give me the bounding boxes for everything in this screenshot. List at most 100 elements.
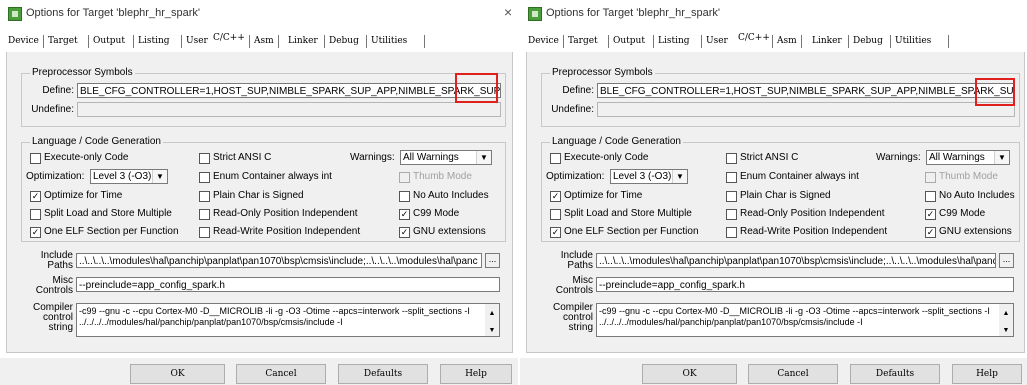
no-auto-includes-checkbox[interactable] (399, 191, 410, 202)
compiler-control-string[interactable]: -c99 --gnu -c --cpu Cortex-M0 -D__MICROL… (596, 303, 1014, 337)
define-label: Define: (42, 85, 74, 96)
define-field[interactable]: BLE_CFG_CONTROLLER=1,HOST_SUP,NIMBLE_SPA… (597, 83, 1015, 98)
compiler-control-string[interactable]: -c99 --gnu -c --cpu Cortex-M0 -D__MICROL… (76, 303, 500, 337)
optimization-select[interactable]: Level 3 (-O3) ▼ (90, 169, 168, 184)
scrollbar[interactable]: ▲ ▼ (999, 304, 1013, 336)
compiler-line: -c99 --gnu -c --cpu Cortex-M0 -D__MICROL… (599, 306, 990, 316)
undefine-field[interactable] (77, 102, 501, 117)
help-button[interactable]: Help (952, 364, 1022, 384)
c99-mode-label: C99 Mode (939, 208, 986, 219)
help-button[interactable]: Help (440, 364, 512, 384)
tab-divider (249, 35, 250, 48)
gnu-ext-checkbox[interactable]: ✓ (399, 227, 410, 238)
split-load-checkbox[interactable] (30, 209, 41, 220)
strict-ansi-checkbox[interactable] (199, 153, 210, 164)
language-legend: Language / Code Generation (30, 136, 163, 147)
include-paths-field[interactable]: ..\..\..\..\modules\hal\panchip\panplat\… (596, 253, 996, 268)
tab-user[interactable]: User (706, 36, 728, 46)
split-load-checkbox[interactable] (550, 209, 561, 220)
rwpi-label: Read-Write Position Independent (213, 226, 361, 237)
scroll-up-icon[interactable]: ▲ (999, 308, 1013, 319)
compiler-label: Compiler control string (541, 303, 593, 333)
tab-debug[interactable]: Debug (329, 36, 359, 46)
tab-output[interactable]: Output (93, 36, 125, 46)
rwpi-checkbox[interactable] (726, 227, 737, 238)
chevron-down-icon: ▼ (672, 170, 687, 183)
enum-container-checkbox[interactable] (726, 172, 737, 183)
compiler-label: Compiler control string (21, 303, 73, 333)
ropi-checkbox[interactable] (726, 209, 737, 220)
title-bar: Options for Target 'blephr_hr_spark' × (0, 0, 518, 26)
tab-target[interactable]: Target (568, 36, 598, 46)
defaults-button[interactable]: Defaults (338, 364, 428, 384)
define-field[interactable]: BLE_CFG_CONTROLLER=1,HOST_SUP,NIMBLE_SPA… (77, 83, 501, 98)
tab-divider (424, 35, 425, 48)
no-auto-includes-label: No Auto Includes (413, 190, 489, 201)
thumb-mode-checkbox[interactable] (399, 172, 410, 183)
tab-cpp[interactable]: C/C++ (738, 33, 770, 43)
window-title: Options for Target 'blephr_hr_spark' (546, 7, 720, 19)
scroll-up-icon[interactable]: ▲ (485, 308, 499, 319)
tab-listing[interactable]: Listing (138, 36, 170, 46)
tab-utilities[interactable]: Utilities (371, 36, 407, 46)
include-paths-field[interactable]: ..\..\..\..\modules\hal\panchip\panplat\… (76, 253, 482, 268)
close-icon[interactable]: × (504, 4, 512, 20)
scrollbar[interactable]: ▲ ▼ (485, 304, 499, 336)
tab-asm[interactable]: Asm (254, 36, 274, 46)
strict-ansi-checkbox[interactable] (726, 153, 737, 164)
undefine-label: Undefine: (31, 104, 74, 115)
misc-label: Misc Controls (541, 276, 593, 296)
one-elf-checkbox[interactable]: ✓ (550, 227, 561, 238)
plain-char-checkbox[interactable] (726, 191, 737, 202)
execute-only-checkbox[interactable] (30, 153, 41, 164)
misc-controls-field[interactable]: --preinclude=app_config_spark.h (76, 277, 500, 292)
thumb-mode-checkbox[interactable] (925, 172, 936, 183)
warnings-select[interactable]: All Warnings ▼ (926, 150, 1010, 165)
cancel-button[interactable]: Cancel (236, 364, 326, 384)
c99-mode-label: C99 Mode (413, 208, 460, 219)
tab-strip: Device Target Output Listing User C/C++ … (6, 32, 511, 53)
ok-button[interactable]: OK (642, 364, 737, 384)
enum-container-checkbox[interactable] (199, 172, 210, 183)
tab-cpp[interactable]: C/C++ (213, 33, 245, 43)
tab-debug[interactable]: Debug (853, 36, 883, 46)
misc-label: Misc Controls (21, 276, 73, 296)
tab-user[interactable]: User (186, 36, 208, 46)
compiler-line: -c99 --gnu -c --cpu Cortex-M0 -D__MICROL… (79, 306, 470, 316)
tab-target[interactable]: Target (48, 36, 78, 46)
tab-device[interactable]: Device (528, 36, 559, 46)
cancel-button[interactable]: Cancel (748, 364, 838, 384)
gnu-ext-checkbox[interactable]: ✓ (925, 227, 936, 238)
include-browse-button[interactable]: ... (485, 253, 500, 268)
misc-controls-field[interactable]: --preinclude=app_config_spark.h (596, 277, 1014, 292)
c99-mode-checkbox[interactable]: ✓ (925, 209, 936, 220)
optimization-select[interactable]: Level 3 (-O3) ▼ (610, 169, 688, 184)
optimize-time-checkbox[interactable]: ✓ (30, 191, 41, 202)
tab-device[interactable]: Device (8, 36, 39, 46)
tab-utilities[interactable]: Utilities (895, 36, 931, 46)
include-browse-button[interactable]: ... (999, 253, 1014, 268)
tab-listing[interactable]: Listing (658, 36, 690, 46)
ropi-checkbox[interactable] (199, 209, 210, 220)
one-elf-checkbox[interactable]: ✓ (30, 227, 41, 238)
optimize-time-checkbox[interactable]: ✓ (550, 191, 561, 202)
tab-asm[interactable]: Asm (777, 36, 797, 46)
ok-button[interactable]: OK (130, 364, 225, 384)
execute-only-checkbox[interactable] (550, 153, 561, 164)
scroll-down-icon[interactable]: ▼ (485, 325, 499, 336)
options-dialog-right: Options for Target 'blephr_hr_spark' Dev… (520, 0, 1027, 385)
chevron-down-icon: ▼ (476, 151, 491, 164)
tab-output[interactable]: Output (613, 36, 645, 46)
rwpi-checkbox[interactable] (199, 227, 210, 238)
plain-char-checkbox[interactable] (199, 191, 210, 202)
undefine-field[interactable] (597, 102, 1015, 117)
scroll-down-icon[interactable]: ▼ (999, 325, 1013, 336)
no-auto-includes-checkbox[interactable] (925, 191, 936, 202)
defaults-button[interactable]: Defaults (850, 364, 940, 384)
preprocessor-legend: Preprocessor Symbols (30, 67, 135, 78)
tab-divider (366, 35, 367, 48)
tab-linker[interactable]: Linker (812, 36, 842, 46)
c99-mode-checkbox[interactable]: ✓ (399, 209, 410, 220)
warnings-select[interactable]: All Warnings ▼ (400, 150, 492, 165)
tab-linker[interactable]: Linker (288, 36, 318, 46)
